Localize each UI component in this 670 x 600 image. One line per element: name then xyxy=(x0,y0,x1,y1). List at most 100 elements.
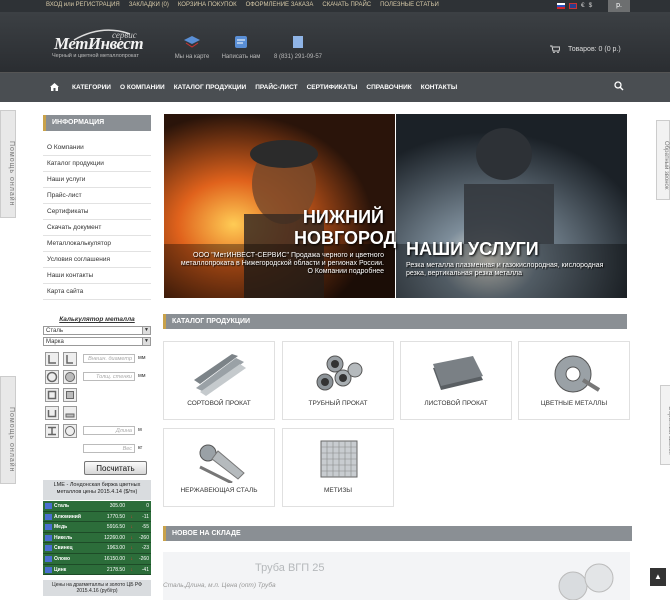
flag-en-icon[interactable] xyxy=(569,2,577,9)
callback-tab-2[interactable]: Обратный звонок xyxy=(660,385,670,465)
catalog-item-label: МЕТИЗЫ xyxy=(323,487,353,494)
nav-catalog[interactable]: КАТАЛОГ ПРОДУКЦИИ xyxy=(174,84,246,91)
main-nav: КАТЕГОРИИ О КОМПАНИИ КАТАЛОГ ПРОДУКЦИИ П… xyxy=(0,72,670,102)
info-item-calculator[interactable]: Металлокалькулятор xyxy=(43,236,151,252)
logo-service: сервис xyxy=(112,30,137,40)
shape-square-bar-icon[interactable] xyxy=(63,388,77,402)
stock-item[interactable]: Труба ВГП 25 Сталь,Длина, м.п. Цена (опт… xyxy=(163,552,630,600)
table-row: Олово 16150.00 ↓ -260 xyxy=(43,553,151,565)
search-icon[interactable] xyxy=(614,81,624,91)
currency-euro[interactable]: € xyxy=(581,2,585,9)
shape-circle-icon[interactable] xyxy=(63,370,77,384)
nav-about[interactable]: О КОМПАНИИ xyxy=(120,84,165,91)
weight-unit: кг xyxy=(138,445,143,451)
help-online-tab-2[interactable]: Помощь онлайн xyxy=(0,376,16,484)
metal-icon xyxy=(45,513,52,520)
metal-name: Медь xyxy=(54,524,68,531)
shape-pipe-icon[interactable] xyxy=(45,370,59,384)
flag-ru-icon[interactable] xyxy=(557,2,565,9)
phone-number: 8 (831) 291-09-57 xyxy=(273,54,323,60)
nav-categories[interactable]: КАТЕГОРИИ xyxy=(72,84,111,91)
catalog-item-stainless[interactable]: НЕРЖАВЕЮЩАЯ СТАЛЬ xyxy=(163,428,275,507)
info-item-contacts[interactable]: Наши контакты xyxy=(43,268,151,284)
currency-rub[interactable]: р. xyxy=(608,0,630,12)
catalog-item-label: ЦВЕТНЫЕ МЕТАЛЛЫ xyxy=(540,400,608,407)
arrow-down-icon: ↓ xyxy=(130,513,134,520)
catalog-item-pipes[interactable]: ТРУБНЫЙ ПРОКАТ xyxy=(282,341,394,420)
login-link[interactable]: ВХОД или РЕГИСТРАЦИЯ xyxy=(46,2,120,8)
metal-delta: 0 xyxy=(146,503,149,509)
shape-ibeam-icon[interactable] xyxy=(45,424,59,438)
arrow-down-icon: ↓ xyxy=(130,534,134,541)
catalog-item-hardware[interactable]: МЕТИЗЫ xyxy=(282,428,394,507)
catalog-item-label: ТРУБНЫЙ ПРОКАТ xyxy=(308,400,368,407)
stock-item-title: Труба ВГП 25 xyxy=(255,562,325,574)
help-online-tab[interactable]: Помощь онлайн xyxy=(0,110,16,218)
info-item-catalog[interactable]: Каталог продукции xyxy=(43,156,151,172)
download-price-link[interactable]: СКАЧАТЬ ПРАЙС xyxy=(322,2,371,8)
logo[interactable]: МетИнвест сервис Черный и цветной металл… xyxy=(50,29,150,64)
metal-value: 305.00 xyxy=(109,503,125,509)
metal-name: Олово xyxy=(54,555,71,562)
metal-name: Сталь xyxy=(54,503,70,509)
metal-icon xyxy=(45,524,52,531)
info-item-certificates[interactable]: Сертификаты xyxy=(43,204,151,220)
info-item-about[interactable]: О Компании xyxy=(43,140,151,156)
material-select[interactable]: Сталь ▼ xyxy=(43,326,151,335)
info-item-sitemap[interactable]: Карта сайта xyxy=(43,284,151,300)
diameter-input[interactable]: Внешн. диаметр xyxy=(83,354,135,363)
metal-calculator: Калькулятор металла Сталь ▼ Марка ▼ xyxy=(43,316,151,348)
cart-block[interactable]: Товаров: 0 (0 р.) xyxy=(550,45,621,53)
nav-reference[interactable]: СПРАВОЧНИК xyxy=(366,84,411,91)
weight-input[interactable]: Вес xyxy=(83,444,135,453)
info-item-price[interactable]: Прайс-лист xyxy=(43,188,151,204)
info-item-services[interactable]: Наши услуги xyxy=(43,172,151,188)
write-us-link[interactable]: Написать нам xyxy=(218,35,264,60)
scroll-to-top-button[interactable]: ▲ xyxy=(650,568,666,586)
stock-heading: НОВОЕ НА СКЛАДЕ xyxy=(163,526,632,541)
shape-square-icon[interactable] xyxy=(45,388,59,402)
length-input[interactable]: Длина xyxy=(83,426,135,435)
shape-flat-icon[interactable] xyxy=(63,406,77,420)
calculate-button[interactable]: Посчитать xyxy=(84,461,147,475)
mail-icon xyxy=(235,36,247,48)
cart-link[interactable]: КОРЗИНА ПОКУПОК xyxy=(178,2,237,8)
metal-icon xyxy=(45,545,52,552)
catalog-item-long-products[interactable]: СОРТОВОЙ ПРОКАТ xyxy=(163,341,275,420)
home-icon[interactable] xyxy=(50,83,59,91)
map-label: Мы на карте xyxy=(174,54,210,60)
help-online-label-2: Помощь онлайн xyxy=(8,407,15,473)
currency-dollar[interactable]: $ xyxy=(589,2,593,9)
nav-certificates[interactable]: СЕРТИФИКАТЫ xyxy=(307,84,358,91)
metal-value: 16150.00 xyxy=(104,555,125,562)
info-item-download[interactable]: Скачать документ xyxy=(43,220,151,236)
catalog-item-nonferrous[interactable]: ЦВЕТНЫЕ МЕТАЛЛЫ xyxy=(518,341,630,420)
map-link[interactable]: Мы на карте xyxy=(170,35,214,60)
phone-icon xyxy=(293,36,303,48)
callback-tab[interactable]: Обратный звонок xyxy=(656,120,670,200)
shape-channel-icon[interactable] xyxy=(63,352,77,366)
table-row: Сталь 305.00 0 xyxy=(43,501,151,512)
info-item-terms[interactable]: Условия соглашения xyxy=(43,252,151,268)
info-heading: ИНФОРМАЦИЯ xyxy=(43,115,151,131)
material-value: Сталь xyxy=(46,328,63,334)
top-links: ВХОД или РЕГИСТРАЦИЯ ЗАКЛАДКИ (0) КОРЗИН… xyxy=(46,2,439,8)
chevron-down-icon: ▼ xyxy=(142,338,150,345)
stock-item-spec: Сталь,Длина, м.п. Цена (опт) Труба xyxy=(163,582,276,589)
metal-name: Алюминий xyxy=(54,513,81,520)
catalog-item-sheets[interactable]: ЛИСТОВОЙ ПРОКАТ xyxy=(400,341,512,420)
slide-city-caption[interactable]: ООО "МетИНВЕСТ-СЕРВИС" Продажа черного и… xyxy=(180,252,384,276)
grade-select[interactable]: Марка ▼ xyxy=(43,337,151,346)
help-online-label: Помощь онлайн xyxy=(8,141,15,207)
thickness-input[interactable]: Толщ. стенки xyxy=(83,372,135,381)
bookmarks-link[interactable]: ЗАКЛАДКИ (0) xyxy=(129,2,169,8)
slide-services-caption[interactable]: Резка металла плазменная и газокислородн… xyxy=(406,262,606,278)
nav-contacts[interactable]: КОНТАКТЫ xyxy=(421,84,457,91)
nav-price-list[interactable]: ПРАЙС-ЛИСТ xyxy=(255,84,297,91)
shape-angle-icon[interactable] xyxy=(45,352,59,366)
shape-hexagon-icon[interactable] xyxy=(63,424,77,438)
articles-link[interactable]: ПОЛЕЗНЫЕ СТАТЬИ xyxy=(380,2,439,8)
shape-u-channel-icon[interactable] xyxy=(45,406,59,420)
checkout-link[interactable]: ОФОРМЛЕНИЕ ЗАКАЗА xyxy=(246,2,314,8)
lme-heading: LME - Лондонская биржа цветных металлов … xyxy=(43,480,151,500)
